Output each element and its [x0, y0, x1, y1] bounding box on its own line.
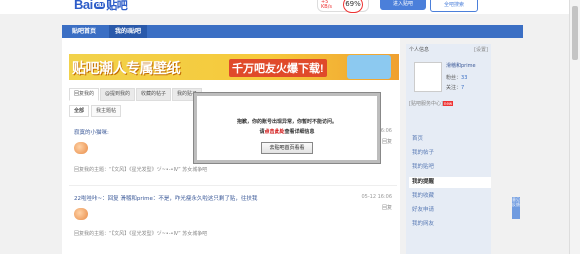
post-time: 05-12 16:06: [361, 194, 392, 200]
top-bar: Bai du 贴吧 +5 KB/s 69% 进入贴吧 全吧搜索: [0, 0, 580, 14]
banner-title: 贴吧潮人专属壁纸: [72, 60, 181, 76]
tab-favorites[interactable]: 收藏的帖子: [136, 88, 172, 101]
post-meta: 回复我的主题：“【文风】《星光发型》ヅ~•-•Ⅳ” 苏女城争吧: [74, 167, 208, 173]
sidebar-item-my-tieba[interactable]: 我的贴吧: [409, 162, 491, 173]
tab-replies[interactable]: 回复我的: [69, 88, 100, 101]
banner-subtitle: 千万吧友火爆下载!: [229, 59, 327, 77]
settings-link[interactable]: [设置]: [474, 46, 488, 53]
details-link[interactable]: 点击此处: [264, 129, 284, 135]
fans-stat: 粉丝：33: [446, 75, 468, 81]
post-thumbnail[interactable]: [74, 142, 88, 154]
post-title[interactable]: 22啦哇咔~：回复 滑稽和prime：不是，咋光瘦永久啦这只剩了贴，往扶我: [74, 194, 257, 202]
sidebar-item-friend-requests[interactable]: 好友申请: [409, 205, 491, 216]
post-title[interactable]: 寂寞的小猫咪:: [74, 128, 109, 136]
nav-home-link[interactable]: 贴吧首页: [66, 25, 102, 38]
baidu-tieba-logo[interactable]: Bai du 贴吧: [74, 0, 128, 13]
reply-link[interactable]: 回复: [382, 138, 392, 145]
promo-banner[interactable]: 贴吧潮人专属壁纸 千万吧友火爆下载!: [69, 54, 399, 80]
search-all-button[interactable]: 全吧搜索: [430, 0, 478, 12]
scrollbar-thumb[interactable]: [572, 6, 578, 60]
tab-mentions[interactable]: @提到我的: [100, 88, 136, 101]
service-center-link[interactable]: [贴吧服务中心]new: [409, 100, 454, 107]
list-item: 22啦哇咔~：回复 滑稽和prime：不是，咋光瘦永久啦这只剩了贴，往扶我 05…: [69, 194, 397, 244]
post-meta: 回复我的主题：“【文风】《星光发型》ヅ~•-•Ⅳ” 苏女城争吧: [74, 231, 208, 237]
divider: [69, 185, 397, 186]
follow-stat: 关注：7: [446, 85, 465, 91]
sidebar-item-favorites[interactable]: 我的收藏: [409, 191, 491, 202]
avatar[interactable]: [414, 62, 442, 92]
post-thumbnail[interactable]: [74, 208, 88, 220]
sidebar-item-my-posts[interactable]: 我的帖子: [409, 148, 491, 159]
dialog-detail: 请点击此处查看详细信息: [259, 129, 315, 135]
subtab-my-topics[interactable]: 我主题帖: [91, 105, 122, 117]
nav-bar: 贴吧首页 我的i贴吧: [62, 25, 523, 38]
speed-widget: +5 KB/s 69%: [317, 0, 369, 13]
new-badge: new: [442, 101, 454, 106]
scrollbar[interactable]: [569, 0, 580, 254]
phone-image: [347, 55, 391, 79]
speed-percent: 69%: [343, 0, 363, 13]
username-link[interactable]: 滑稽和prime: [446, 62, 476, 69]
go-home-button[interactable]: 去贴吧首页看看: [261, 142, 313, 154]
speed-value: +5 KB/s: [321, 0, 332, 10]
sidebar-item-my-friends[interactable]: 我的网友: [409, 219, 491, 230]
sidebar: 个人信息 [设置] 滑稽和prime 粉丝：33 关注：7 [贴吧服务中心]ne…: [406, 44, 491, 254]
reply-link[interactable]: 回复: [382, 204, 392, 211]
subtab-bar: 全部 我主题帖: [69, 105, 123, 117]
enter-tieba-button[interactable]: 进入贴吧: [380, 0, 426, 10]
feedback-button[interactable]: 意见反馈: [512, 197, 520, 219]
subtab-all[interactable]: 全部: [69, 105, 90, 117]
sidebar-item-home[interactable]: 首页: [409, 134, 491, 145]
nav-my-tieba-link[interactable]: 我的i贴吧: [109, 25, 148, 38]
account-error-dialog: 抱歉，你的账号出现异常，你暂时不能访问。 请点击此处查看详细信息 去贴吧首页看看: [194, 93, 380, 163]
sidebar-item-reminders[interactable]: 我的提醒: [409, 177, 491, 188]
dialog-message: 抱歉，你的账号出现异常，你暂时不能访问。: [236, 119, 337, 125]
sidebar-heading: 个人信息: [409, 47, 430, 53]
